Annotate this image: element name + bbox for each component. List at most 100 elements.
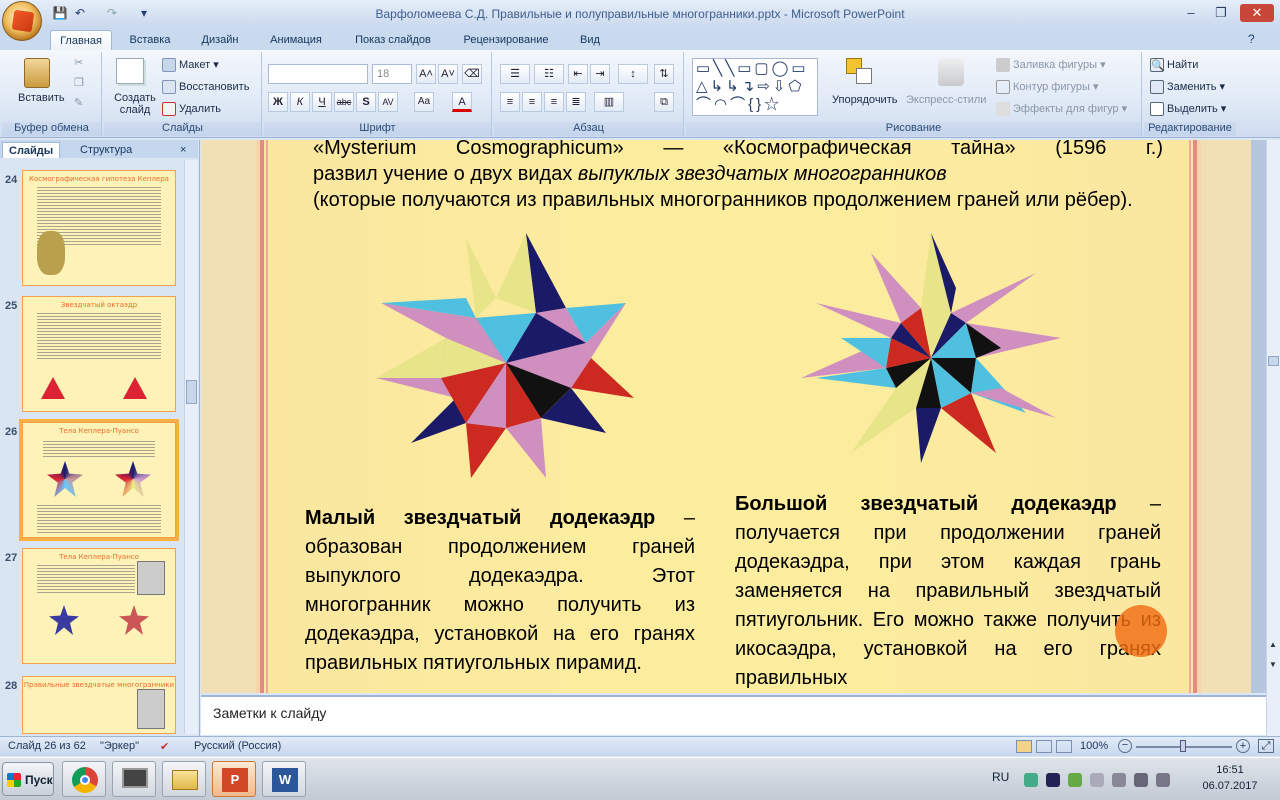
network-icon[interactable] xyxy=(1134,773,1148,787)
slide-thumbnail-24[interactable]: Космографическая гипотеза Кеплера xyxy=(22,170,176,286)
panel-close-icon[interactable]: × xyxy=(180,142,186,158)
clock-time[interactable]: 16:51 xyxy=(1202,764,1258,776)
word-taskbar-button[interactable]: W xyxy=(262,761,306,797)
increase-indent-button[interactable]: ⇥ xyxy=(590,64,610,84)
zoom-out-icon[interactable]: − xyxy=(1118,739,1132,753)
tab-review[interactable]: Рецензирование xyxy=(452,30,560,50)
prev-slide-icon[interactable]: ▲ xyxy=(1269,640,1277,649)
next-slide-icon[interactable]: ▼ xyxy=(1269,660,1277,669)
strike-button[interactable]: abc xyxy=(334,92,354,112)
tab-slides[interactable]: Слайды xyxy=(2,142,61,158)
zoom-level[interactable]: 100% xyxy=(1080,740,1108,752)
slide-thumbnail-27[interactable]: Тела Кеплера-Пуансо xyxy=(22,548,176,664)
cut-icon[interactable]: ✂ xyxy=(74,56,83,69)
align-center-button[interactable]: ≡ xyxy=(522,92,542,112)
shape-fill-button[interactable]: Заливка фигуры ▾ xyxy=(996,58,1106,73)
panel-scrollbar[interactable] xyxy=(184,160,198,734)
format-painter-icon[interactable]: ✎ xyxy=(74,96,83,109)
fit-window-icon[interactable]: ⤢ xyxy=(1258,739,1274,753)
select-button[interactable]: Выделить ▾ xyxy=(1150,102,1226,117)
shadow-button[interactable]: S xyxy=(356,92,376,112)
arrange-button[interactable]: Упорядочить xyxy=(832,94,897,106)
slide-thumbnail-28[interactable]: Правильные звездчатые многогранники xyxy=(22,676,176,734)
case-button[interactable]: Aa xyxy=(414,92,434,112)
quick-styles-button[interactable]: Экспресс-стили xyxy=(906,94,986,106)
justify-button[interactable]: ≣ xyxy=(566,92,586,112)
tab-insert[interactable]: Вставка xyxy=(118,30,182,50)
tab-outline[interactable]: Структура xyxy=(74,142,138,158)
font-color-button[interactable]: A xyxy=(452,92,472,112)
numbering-button[interactable]: ☷ xyxy=(534,64,564,84)
replace-button[interactable]: Заменить ▾ xyxy=(1150,80,1225,95)
powerpoint-taskbar-button[interactable]: P xyxy=(212,761,256,797)
computer-taskbar-button[interactable] xyxy=(112,761,156,797)
slideshow-view-icon[interactable] xyxy=(1056,740,1072,753)
layout-button[interactable]: Макет ▾ xyxy=(162,58,219,73)
decrease-indent-button[interactable]: ⇤ xyxy=(568,64,588,84)
italic-button[interactable]: К xyxy=(290,92,310,112)
shape-outline-button[interactable]: Контур фигуры ▾ xyxy=(996,80,1099,95)
normal-view-icon[interactable] xyxy=(1016,740,1032,753)
language-tray[interactable]: RU xyxy=(992,770,1009,784)
tray-icon-1[interactable] xyxy=(1024,773,1038,787)
close-button[interactable]: ✕ xyxy=(1240,4,1274,22)
font-name-field[interactable] xyxy=(268,64,368,84)
delete-slide-button[interactable]: Удалить xyxy=(162,102,221,116)
shapes-gallery[interactable]: ▭╲╲▭▢◯▭ △↳↳↴⇨⇩⬠ ⌒◠⌒{}☆ xyxy=(692,58,818,116)
tab-design[interactable]: Дизайн xyxy=(190,30,250,50)
clear-format-button[interactable]: ⌫ xyxy=(462,64,482,84)
spacing-button[interactable]: AV xyxy=(378,92,398,112)
tab-view[interactable]: Вид xyxy=(570,30,610,50)
text-direction-button[interactable]: ⇅ xyxy=(654,64,674,84)
shield-icon[interactable] xyxy=(1046,773,1060,787)
paste-icon[interactable] xyxy=(24,58,50,88)
slide-scrollbar[interactable]: ▲ ▼ xyxy=(1266,140,1280,736)
new-slide-icon[interactable] xyxy=(116,58,144,84)
quick-styles-icon[interactable] xyxy=(938,58,964,86)
bullets-button[interactable]: ☰ xyxy=(500,64,530,84)
find-button[interactable]: 🔍 Найти xyxy=(1150,58,1198,72)
underline-button[interactable]: Ч xyxy=(312,92,332,112)
flag-icon[interactable] xyxy=(1090,773,1104,787)
align-right-button[interactable]: ≡ xyxy=(544,92,564,112)
zoom-in-icon[interactable]: + xyxy=(1236,739,1250,753)
tray-icon-5[interactable] xyxy=(1112,773,1126,787)
undo-icon[interactable]: ↶ xyxy=(72,5,88,21)
shrink-font-button[interactable]: A˅ xyxy=(438,64,458,84)
help-icon[interactable]: ? xyxy=(1248,32,1255,46)
line-spacing-button[interactable]: ↕ xyxy=(618,64,648,84)
theme-name[interactable]: "Эркер" xyxy=(100,740,139,752)
columns-button[interactable]: ▥ xyxy=(594,92,624,112)
save-icon[interactable]: 💾 xyxy=(52,5,68,21)
start-button[interactable]: Пуск xyxy=(2,762,54,796)
minimize-button[interactable]: – xyxy=(1180,4,1202,22)
font-size-field[interactable]: 18 xyxy=(372,64,412,84)
zoom-slider-thumb[interactable] xyxy=(1180,740,1186,752)
new-slide-button[interactable]: Создать слайд xyxy=(112,92,158,116)
slide-canvas[interactable]: «Mysterium Cosmographicum» — «Космографи… xyxy=(201,140,1251,693)
tray-icon-3[interactable] xyxy=(1068,773,1082,787)
arrange-icon[interactable] xyxy=(846,58,874,86)
smartart-button[interactable]: ⧉ xyxy=(654,92,674,112)
explorer-taskbar-button[interactable] xyxy=(162,761,206,797)
volume-icon[interactable] xyxy=(1156,773,1170,787)
spellcheck-icon[interactable]: ✔ xyxy=(160,740,169,753)
shape-effects-button[interactable]: Эффекты для фигур ▾ xyxy=(996,102,1127,117)
paste-button[interactable]: Вставить xyxy=(18,92,65,104)
notes-pane[interactable]: Заметки к слайду xyxy=(201,695,1266,735)
slide-thumbnail-25[interactable]: Звездчатый октаэдр xyxy=(22,296,176,412)
maximize-button[interactable]: ❐ xyxy=(1210,4,1232,22)
clock-date[interactable]: 06.07.2017 xyxy=(1196,780,1264,792)
office-button[interactable] xyxy=(2,1,42,41)
grow-font-button[interactable]: A˄ xyxy=(416,64,436,84)
redo-icon[interactable]: ↷ xyxy=(104,5,120,21)
language-indicator[interactable]: Русский (Россия) xyxy=(194,740,281,752)
tab-animation[interactable]: Анимация xyxy=(258,30,334,50)
sorter-view-icon[interactable] xyxy=(1036,740,1052,753)
copy-icon[interactable]: ❐ xyxy=(74,76,84,89)
reset-button[interactable]: Восстановить xyxy=(162,80,249,94)
chrome-taskbar-button[interactable] xyxy=(62,761,106,797)
slide-thumbnail-26[interactable]: Тела Кеплера-Пуансо xyxy=(19,419,179,541)
tab-slideshow[interactable]: Показ слайдов xyxy=(344,30,442,50)
align-left-button[interactable]: ≡ xyxy=(500,92,520,112)
